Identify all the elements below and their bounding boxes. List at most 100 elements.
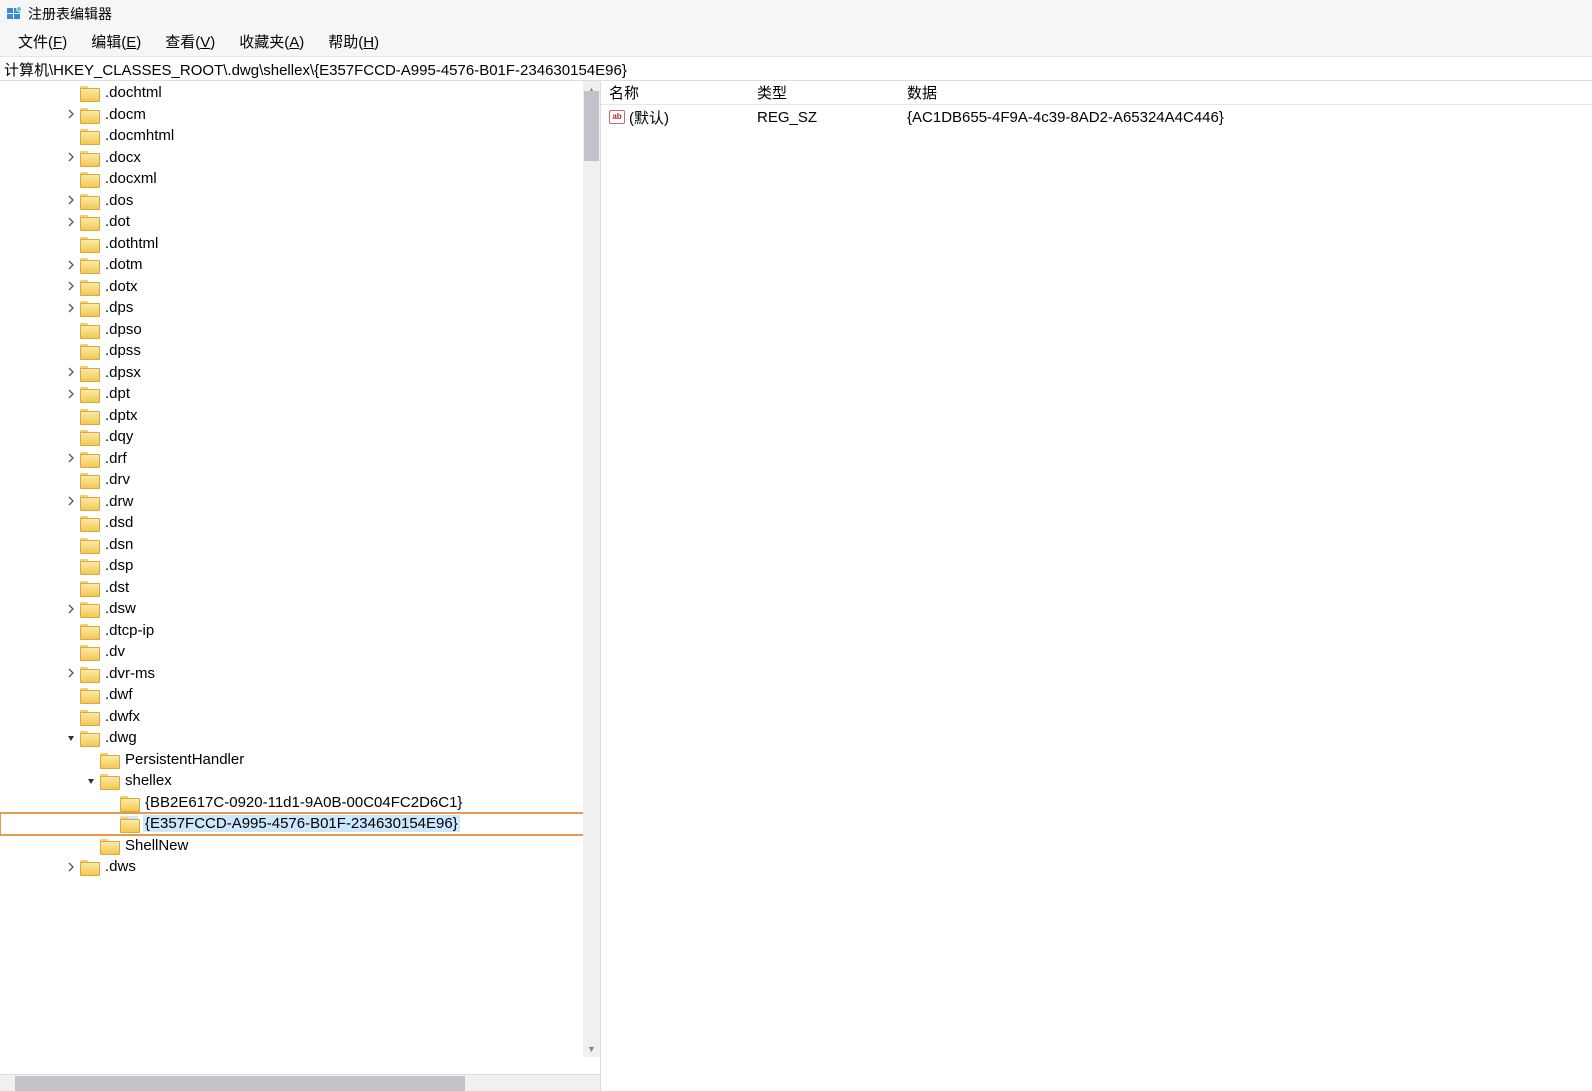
chevron-right-icon[interactable] bbox=[64, 365, 78, 379]
folder-icon bbox=[80, 408, 98, 423]
column-name[interactable]: 名称 bbox=[601, 82, 749, 103]
chevron-right-icon[interactable] bbox=[64, 666, 78, 680]
folder-icon bbox=[100, 752, 118, 767]
scroll-down-icon[interactable]: ▼ bbox=[583, 1040, 600, 1057]
tree-item-label: .dtcp-ip bbox=[103, 622, 156, 639]
tree-item[interactable]: .drf bbox=[0, 448, 600, 470]
tree-item[interactable]: .dochtml bbox=[0, 82, 600, 104]
tree-item-label: .dv bbox=[103, 643, 127, 660]
tree-item[interactable]: {BB2E617C-0920-11d1-9A0B-00C04FC2D6C1} bbox=[0, 792, 600, 814]
tree-item-label: .dotm bbox=[103, 256, 145, 273]
folder-icon bbox=[80, 85, 98, 100]
tree-item[interactable]: .dps bbox=[0, 297, 600, 319]
chevron-down-icon[interactable] bbox=[64, 731, 78, 745]
string-value-icon: ab bbox=[609, 109, 625, 125]
folder-icon bbox=[80, 128, 98, 143]
chevron-right-icon[interactable] bbox=[64, 193, 78, 207]
tree-item[interactable]: .dpt bbox=[0, 383, 600, 405]
chevron-right-icon[interactable] bbox=[64, 215, 78, 229]
tree-item-label: .dpso bbox=[103, 321, 144, 338]
tree-item[interactable]: .dwfx bbox=[0, 706, 600, 728]
tree-item[interactable]: shellex bbox=[0, 770, 600, 792]
chevron-right-icon[interactable] bbox=[64, 258, 78, 272]
tree-item[interactable]: .dwg bbox=[0, 727, 600, 749]
folder-icon bbox=[80, 386, 98, 401]
folder-icon bbox=[80, 343, 98, 358]
tree-item[interactable]: .dotm bbox=[0, 254, 600, 276]
tree-item[interactable]: .docx bbox=[0, 147, 600, 169]
tree-item[interactable]: .drw bbox=[0, 491, 600, 513]
tree-item-label: .dvr-ms bbox=[103, 665, 157, 682]
values-list[interactable]: ab(默认)REG_SZ{AC1DB655-4F9A-4c39-8AD2-A65… bbox=[601, 105, 1592, 129]
vertical-scroll-thumb[interactable] bbox=[584, 91, 599, 161]
tree-item[interactable]: .docxml bbox=[0, 168, 600, 190]
tree-item[interactable]: .dsw bbox=[0, 598, 600, 620]
value-row[interactable]: ab(默认)REG_SZ{AC1DB655-4F9A-4c39-8AD2-A65… bbox=[601, 105, 1592, 129]
tree-item-label: .drv bbox=[103, 471, 132, 488]
tree-item[interactable]: .dws bbox=[0, 856, 600, 878]
column-data[interactable]: 数据 bbox=[899, 82, 1592, 103]
folder-icon bbox=[80, 300, 98, 315]
chevron-right-icon[interactable] bbox=[64, 494, 78, 508]
tree-item-label: .dpss bbox=[103, 342, 143, 359]
chevron-right-icon[interactable] bbox=[64, 279, 78, 293]
tree-item[interactable]: .dpso bbox=[0, 319, 600, 341]
tree-item[interactable]: .drv bbox=[0, 469, 600, 491]
tree-item[interactable]: .dsp bbox=[0, 555, 600, 577]
tree-item-label: .docm bbox=[103, 106, 148, 123]
tree-pane: .dochtml .docm .docmhtml .docx .docxml .dos .d… bbox=[0, 81, 601, 1091]
tree-item-label: .docx bbox=[103, 149, 143, 166]
horizontal-scrollbar[interactable] bbox=[0, 1074, 600, 1091]
tree-item-label: .dos bbox=[103, 192, 135, 209]
tree-item[interactable]: .dv bbox=[0, 641, 600, 663]
tree-item[interactable]: .dpsx bbox=[0, 362, 600, 384]
tree-item[interactable]: .dot bbox=[0, 211, 600, 233]
tree-item[interactable]: .dtcp-ip bbox=[0, 620, 600, 642]
menu-edit[interactable]: 编辑(E) bbox=[79, 29, 153, 54]
column-type[interactable]: 类型 bbox=[749, 82, 899, 103]
tree-item[interactable]: .dvr-ms bbox=[0, 663, 600, 685]
tree-item[interactable]: .dptx bbox=[0, 405, 600, 427]
tree-item[interactable]: .dotx bbox=[0, 276, 600, 298]
tree-item[interactable]: .dqy bbox=[0, 426, 600, 448]
menu-file[interactable]: 文件(F) bbox=[6, 29, 79, 54]
tree-item[interactable]: .dsd bbox=[0, 512, 600, 534]
tree-item[interactable]: PersistentHandler bbox=[0, 749, 600, 771]
tree-item[interactable]: .dst bbox=[0, 577, 600, 599]
tree-item-label: .docmhtml bbox=[103, 127, 176, 144]
horizontal-scroll-thumb[interactable] bbox=[15, 1076, 465, 1091]
vertical-scrollbar[interactable]: ▲ ▼ bbox=[583, 81, 600, 1057]
tree-item-label: .dot bbox=[103, 213, 132, 230]
menu-help[interactable]: 帮助(H) bbox=[316, 29, 391, 54]
tree-item[interactable]: ShellNew bbox=[0, 835, 600, 857]
folder-icon bbox=[80, 322, 98, 337]
tree-item[interactable]: .docmhtml bbox=[0, 125, 600, 147]
value-data: {AC1DB655-4F9A-4c39-8AD2-A65324A4C446} bbox=[899, 109, 1592, 126]
tree-item-label: .dwg bbox=[103, 729, 139, 746]
tree-item[interactable]: .dsn bbox=[0, 534, 600, 556]
chevron-right-icon[interactable] bbox=[64, 451, 78, 465]
registry-tree[interactable]: .dochtml .docm .docmhtml .docx .docxml .dos .d… bbox=[0, 81, 600, 878]
tree-item[interactable]: .dos bbox=[0, 190, 600, 212]
chevron-right-icon[interactable] bbox=[64, 602, 78, 616]
folder-icon bbox=[80, 472, 98, 487]
menu-view[interactable]: 查看(V) bbox=[153, 29, 227, 54]
chevron-right-icon[interactable] bbox=[64, 150, 78, 164]
chevron-down-icon[interactable] bbox=[84, 774, 98, 788]
tree-item[interactable]: .dothtml bbox=[0, 233, 600, 255]
tree-item[interactable]: .dpss bbox=[0, 340, 600, 362]
folder-icon bbox=[80, 709, 98, 724]
chevron-right-icon[interactable] bbox=[64, 107, 78, 121]
chevron-right-icon[interactable] bbox=[64, 301, 78, 315]
tree-item-label: .dws bbox=[103, 858, 138, 875]
tree-item[interactable]: .docm bbox=[0, 104, 600, 126]
titlebar[interactable]: 注册表编辑器 bbox=[0, 0, 1592, 27]
chevron-right-icon[interactable] bbox=[64, 860, 78, 874]
tree-item-label: ShellNew bbox=[123, 837, 190, 854]
tree-item[interactable]: .dwf bbox=[0, 684, 600, 706]
menu-favorites[interactable]: 收藏夹(A) bbox=[227, 29, 316, 54]
tree-item-label: .dst bbox=[103, 579, 131, 596]
address-bar[interactable]: 计算机\HKEY_CLASSES_ROOT\.dwg\shellex\{E357… bbox=[0, 57, 1592, 81]
chevron-right-icon[interactable] bbox=[64, 387, 78, 401]
tree-item[interactable]: {E357FCCD-A995-4576-B01F-234630154E96} bbox=[0, 813, 600, 835]
